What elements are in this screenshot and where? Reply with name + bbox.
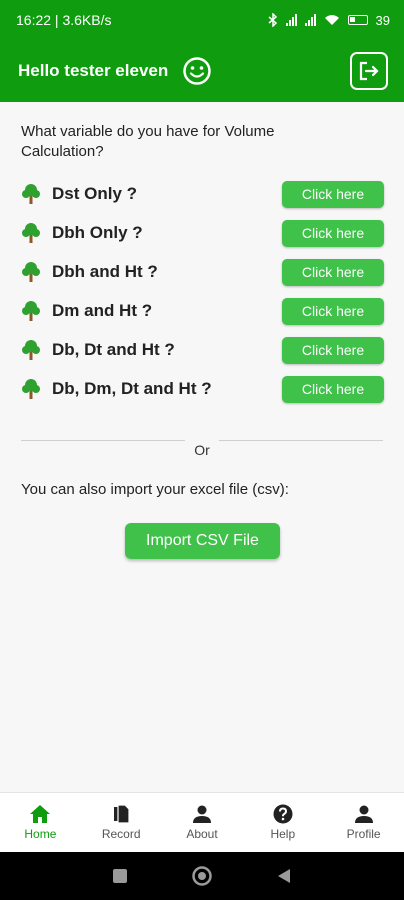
recents-icon[interactable]: [111, 867, 129, 885]
logout-button[interactable]: [350, 52, 388, 90]
option-label: Db, Dm, Dt and Ht ?: [52, 379, 212, 398]
status-icons: 39: [268, 13, 390, 28]
tree-icon: [22, 223, 40, 243]
db-dt-ht-button[interactable]: Click here: [282, 336, 384, 364]
greeting-title: Hello tester eleven: [18, 61, 169, 80]
profile-icon: [354, 805, 373, 823]
nav-profile[interactable]: Profile: [323, 793, 404, 852]
option-label: Dbh Only ?: [52, 223, 143, 242]
nav-record-label: Record: [101, 827, 141, 841]
option-label: Db, Dt and Ht ?: [52, 340, 175, 359]
option-label: Dbh and Ht ?: [52, 262, 158, 281]
signal-icon-2: [304, 14, 316, 26]
bottom-nav: Home Record About Help Profile: [0, 792, 404, 852]
option-row: Dbh and Ht ? Click here: [20, 258, 384, 286]
main-content: What variable do you have for Volume Cal…: [0, 102, 404, 792]
option-label: Dst Only ?: [52, 184, 138, 203]
option-row: Dst Only ? Click here: [20, 180, 384, 208]
record-icon: [114, 804, 130, 824]
nav-about-label: About: [186, 827, 218, 841]
tree-icon: [22, 340, 40, 360]
option-row: Db, Dt and Ht ? Click here: [20, 336, 384, 364]
back-icon[interactable]: [275, 867, 293, 885]
signal-icon: [285, 14, 297, 26]
smile-icon: [183, 57, 211, 85]
battery-icon: [347, 15, 368, 25]
nav-home-label: Home: [24, 827, 57, 841]
option-label: Dm and Ht ?: [52, 301, 153, 320]
wifi-icon: [324, 15, 339, 25]
tree-icon: [22, 262, 40, 282]
bluetooth-icon: [268, 13, 277, 27]
nav-help[interactable]: Help: [242, 793, 323, 852]
nav-home[interactable]: Home: [0, 793, 81, 852]
volume-question: What variable do you have for Volume Cal…: [21, 123, 275, 160]
dst-only-button[interactable]: Click here: [282, 180, 384, 208]
tree-icon: [22, 301, 40, 321]
home-icon: [30, 805, 51, 823]
home-circle-icon[interactable]: [191, 865, 213, 887]
battery-level: 39: [375, 12, 390, 28]
app-bar: Hello tester eleven: [0, 40, 404, 102]
status-bar: 16:22 | 3.6KB/s 39: [0, 0, 404, 40]
import-instructions: You can also import your excel file (csv…: [21, 481, 289, 498]
tree-icon: [22, 379, 40, 399]
dbh-ht-button[interactable]: Click here: [282, 258, 384, 286]
logout-icon: [359, 61, 379, 81]
divider-right: [219, 440, 383, 441]
person-icon: [192, 805, 211, 823]
nav-record[interactable]: Record: [81, 793, 162, 852]
or-separator: Or: [194, 442, 210, 458]
db-dm-dt-ht-button[interactable]: Click here: [282, 375, 384, 403]
option-row: Dbh Only ? Click here: [20, 219, 384, 247]
nav-profile-label: Profile: [346, 827, 381, 841]
tree-icon: [22, 184, 40, 204]
option-row: Db, Dm, Dt and Ht ? Click here: [20, 375, 384, 403]
nav-about[interactable]: About: [162, 793, 243, 852]
nav-help-label: Help: [270, 827, 296, 841]
system-nav-bar: [0, 852, 404, 900]
dbh-only-button[interactable]: Click here: [282, 219, 384, 247]
divider-left: [21, 440, 185, 441]
option-row: Dm and Ht ? Click here: [20, 297, 384, 325]
import-csv-button[interactable]: Import CSV File: [125, 523, 280, 559]
help-icon: [273, 804, 293, 824]
status-time: 16:22 | 3.6KB/s: [16, 12, 112, 28]
dm-ht-button[interactable]: Click here: [282, 297, 384, 325]
